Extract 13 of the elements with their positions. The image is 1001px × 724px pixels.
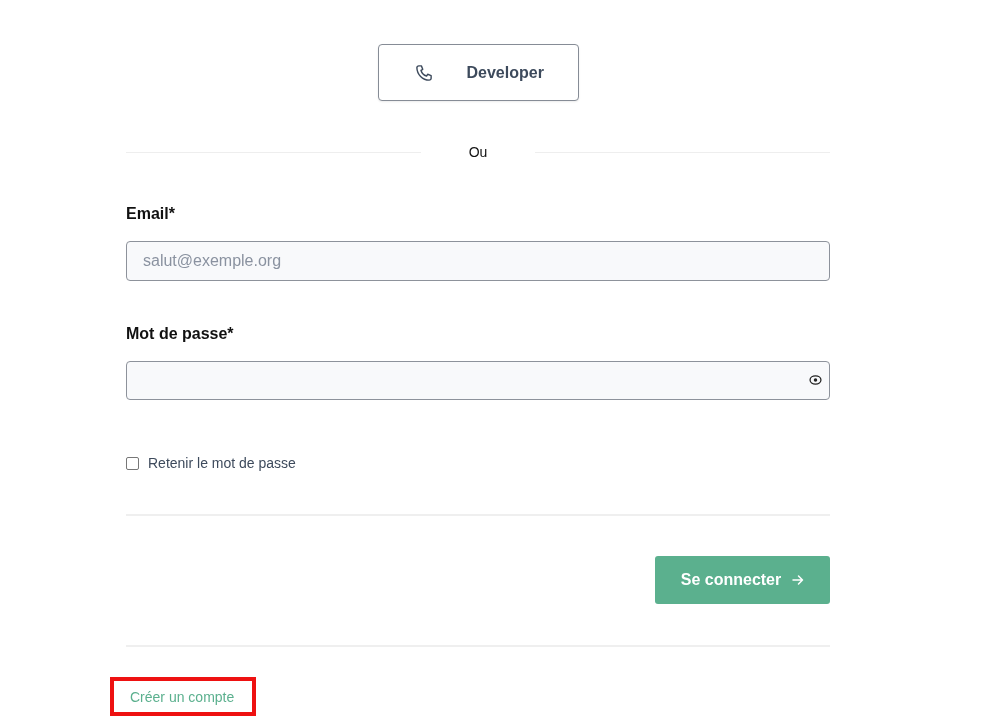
checkbox-label: Retenir le mot de passe <box>148 454 296 473</box>
arrow-right-icon <box>792 574 805 586</box>
eye-icon[interactable] <box>809 375 822 385</box>
phone-login-button[interactable]: Developer <box>377 44 579 101</box>
password-field[interactable] <box>126 361 830 400</box>
divider-label: Ou <box>467 143 489 162</box>
checkbox[interactable] <box>126 456 139 470</box>
field-label: Email* <box>126 204 175 224</box>
create-account-link[interactable]: Créer un compte <box>130 687 235 707</box>
field-label: Mot de passe* <box>126 324 234 344</box>
phone-icon <box>414 63 433 82</box>
email-field[interactable]: salut@exemple.org <box>126 241 830 281</box>
sign-in-button[interactable]: Se connecter <box>655 556 830 604</box>
